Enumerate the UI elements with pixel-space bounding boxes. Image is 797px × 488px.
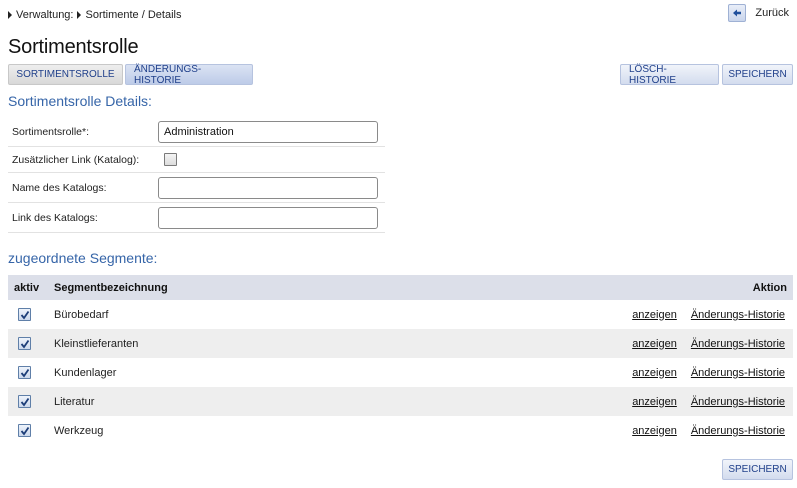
segment-name: Bürobedarf bbox=[54, 308, 109, 321]
aktiv-checkbox[interactable] bbox=[18, 424, 31, 437]
column-header-aktiv: aktiv bbox=[14, 281, 40, 294]
katalog-link-label: Link des Katalogs: bbox=[12, 211, 98, 224]
sortimentsrolle-label: Sortimentsrolle*: bbox=[12, 126, 90, 138]
column-header-segmentbezeichnung: Segmentbezeichnung bbox=[54, 281, 168, 294]
back-label: Zurück bbox=[755, 7, 789, 19]
triangle-right-icon bbox=[8, 11, 12, 19]
tab-aenderungs-historie[interactable]: ÄNDERUNGS-HISTORIE bbox=[125, 64, 253, 86]
katalog-link-input[interactable] bbox=[158, 206, 378, 229]
segment-name: Kundenlager bbox=[54, 366, 117, 379]
zusatz-link-label: Zusätzlicher Link (Katalog): bbox=[12, 153, 140, 166]
aenderungs-historie-link[interactable]: Änderungs-Historie bbox=[691, 309, 785, 321]
details-form: Sortimentsrolle*: Zusätzlicher Link (Kat… bbox=[8, 118, 385, 233]
form-row-katalog-link: Link des Katalogs: bbox=[8, 203, 385, 233]
table-row: Werkzeug anzeigen Änderungs-Historie bbox=[8, 416, 793, 445]
checkmark-icon bbox=[20, 426, 29, 435]
aenderungs-historie-link[interactable]: Änderungs-Historie bbox=[691, 425, 785, 437]
katalog-name-label: Name des Katalogs: bbox=[12, 181, 107, 194]
segments-table: aktiv Segmentbezeichnung Aktion Bürobeda… bbox=[8, 275, 793, 445]
page-title: Sortimentsrolle bbox=[8, 36, 139, 58]
loesch-historie-button[interactable]: LÖSCH-HISTORIE bbox=[620, 64, 719, 86]
sortimentsrolle-input[interactable] bbox=[158, 121, 378, 143]
checkmark-icon bbox=[20, 397, 29, 406]
checkmark-icon bbox=[20, 368, 29, 377]
form-row-zusatz-link: Zusätzlicher Link (Katalog): bbox=[8, 147, 385, 173]
anzeigen-link[interactable]: anzeigen bbox=[632, 338, 677, 350]
details-heading: Sortimentsrolle Details: bbox=[8, 93, 152, 109]
speichern-button[interactable]: SPEICHERN bbox=[722, 64, 793, 85]
speichern-footer-button[interactable]: SPEICHERN bbox=[722, 459, 793, 480]
column-header-aktion: Aktion bbox=[752, 281, 787, 294]
table-header: aktiv Segmentbezeichnung Aktion bbox=[8, 275, 793, 300]
breadcrumb: Verwaltung: Sortimente / Details bbox=[8, 9, 185, 21]
aktiv-checkbox[interactable] bbox=[18, 395, 31, 408]
aktiv-checkbox[interactable] bbox=[18, 308, 31, 321]
checkmark-icon bbox=[20, 339, 29, 348]
katalog-name-input[interactable] bbox=[158, 176, 378, 199]
triangle-right-icon bbox=[77, 11, 82, 19]
aenderungs-historie-link[interactable]: Änderungs-Historie bbox=[691, 396, 785, 408]
checkmark-icon bbox=[20, 310, 29, 319]
aenderungs-historie-link[interactable]: Änderungs-Historie bbox=[691, 338, 785, 350]
form-row-sortimentsrolle: Sortimentsrolle*: bbox=[8, 118, 385, 147]
anzeigen-link[interactable]: anzeigen bbox=[632, 396, 677, 408]
breadcrumb-item-sortimente[interactable]: Sortimente / Details bbox=[77, 9, 181, 21]
segment-name: Werkzeug bbox=[54, 424, 104, 437]
table-row: Kleinstlieferanten anzeigen Änderungs-Hi… bbox=[8, 329, 793, 358]
zusatz-link-checkbox[interactable] bbox=[164, 153, 177, 166]
segments-heading: zugeordnete Segmente: bbox=[8, 250, 158, 266]
aenderungs-historie-link[interactable]: Änderungs-Historie bbox=[691, 367, 785, 379]
back-button[interactable]: Zurück bbox=[728, 4, 789, 22]
breadcrumb-item-verwaltung[interactable]: Verwaltung: bbox=[8, 9, 73, 21]
tab-sortimentsrolle[interactable]: SORTIMENTSROLLE bbox=[8, 64, 123, 85]
form-row-katalog-name: Name des Katalogs: bbox=[8, 173, 385, 203]
table-row: Literatur anzeigen Änderungs-Historie bbox=[8, 387, 793, 416]
segment-name: Literatur bbox=[54, 395, 95, 408]
table-row: Bürobedarf anzeigen Änderungs-Historie bbox=[8, 300, 793, 329]
anzeigen-link[interactable]: anzeigen bbox=[632, 367, 677, 379]
aktiv-checkbox[interactable] bbox=[18, 366, 31, 379]
anzeigen-link[interactable]: anzeigen bbox=[632, 309, 677, 321]
arrow-left-icon bbox=[728, 4, 747, 22]
segment-name: Kleinstlieferanten bbox=[54, 337, 139, 350]
table-row: Kundenlager anzeigen Änderungs-Historie bbox=[8, 358, 793, 387]
aktiv-checkbox[interactable] bbox=[18, 337, 31, 350]
anzeigen-link[interactable]: anzeigen bbox=[632, 425, 677, 437]
